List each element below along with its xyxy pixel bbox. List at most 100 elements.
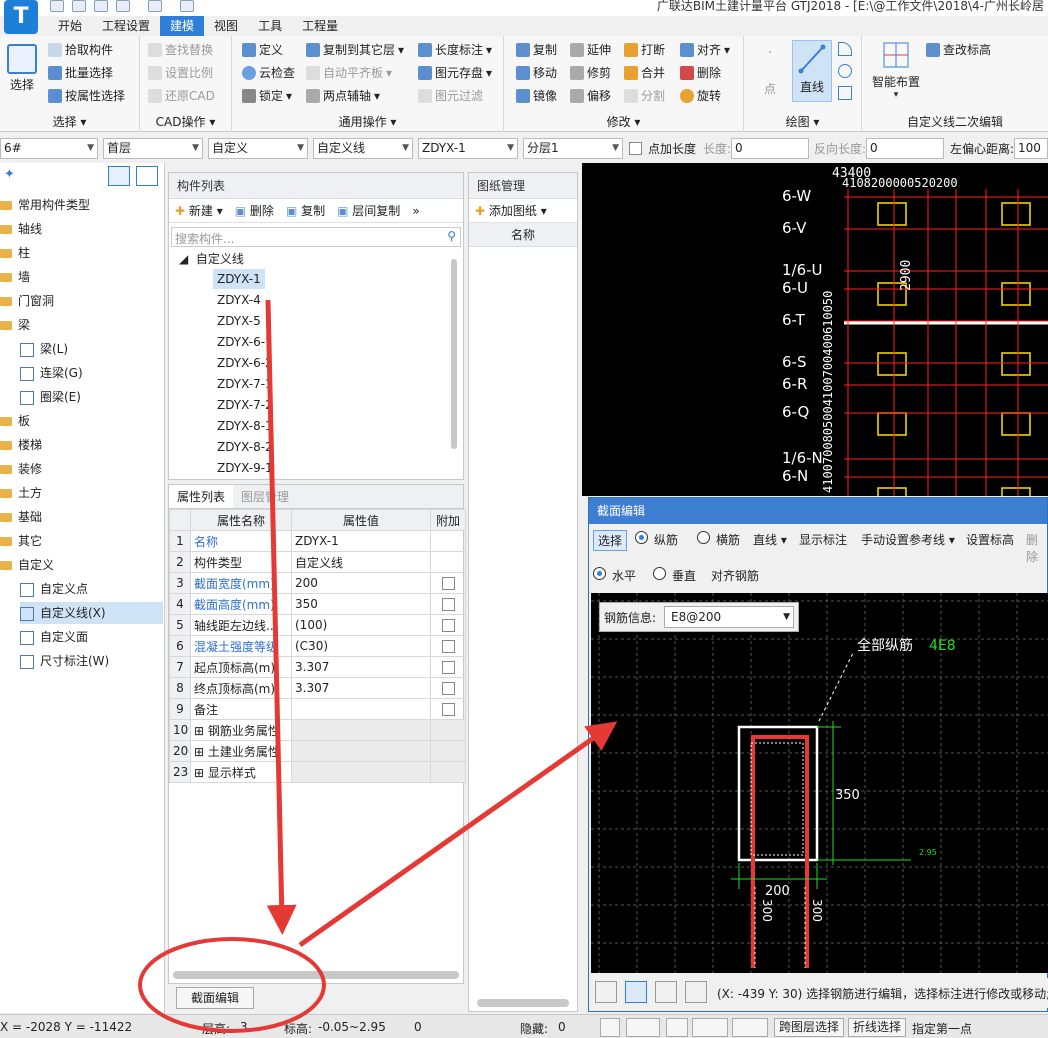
layer-select[interactable]: 分层1 ▼ <box>523 138 623 159</box>
property-value[interactable]: 350 <box>291 593 431 615</box>
lock-button[interactable]: 锁定 ▾ <box>242 86 292 106</box>
tree-item[interactable]: 连梁(G) <box>20 362 163 384</box>
component-list-item[interactable]: ZDYX-6-2 <box>213 353 277 373</box>
align-button[interactable]: 对齐 ▾ <box>680 40 730 60</box>
new-file-icon[interactable] <box>72 0 86 12</box>
cross-toggle-icon[interactable] <box>666 1018 688 1037</box>
component-list-item[interactable]: ZDYX-8-1 <box>213 416 277 436</box>
filter-button[interactable]: 图元过滤 <box>418 86 483 106</box>
copy-button[interactable]: 复制 <box>516 40 557 60</box>
pin-icon[interactable]: ✦ <box>4 167 15 182</box>
tree-item[interactable]: 自定义线(X) <box>20 602 163 624</box>
tab-view[interactable]: 视图 <box>204 16 248 36</box>
tree-item[interactable]: 梁(L) <box>20 338 163 360</box>
component-list-item[interactable]: ZDYX-5 <box>213 311 265 331</box>
property-row[interactable]: 6 混凝土强度等级 (C30) <box>169 635 466 657</box>
radio-trans-rebar[interactable] <box>697 531 710 544</box>
offset-button[interactable]: 偏移 <box>570 86 611 106</box>
tab-quantity[interactable]: 工程量 <box>292 16 348 36</box>
section-edit-button[interactable]: 截面编辑 <box>176 987 254 1009</box>
type-select[interactable]: 自定义线 ▼ <box>313 138 413 159</box>
delete-button[interactable]: 删除 <box>680 63 721 83</box>
set-elevation-button[interactable]: 设置标高 <box>966 531 1014 548</box>
rebar-info-select[interactable]: E8@200 ▼ <box>664 606 794 628</box>
snap-toggle-icon[interactable] <box>626 1018 660 1037</box>
tree-item[interactable]: 常用构件类型 <box>0 194 163 216</box>
property-value[interactable]: 200 <box>291 572 431 594</box>
category-select[interactable]: 自定义 ▼ <box>208 138 308 159</box>
open-icon[interactable] <box>94 0 108 12</box>
tree-item[interactable]: 圈梁(E) <box>20 386 163 408</box>
property-value[interactable] <box>291 719 431 741</box>
property-row[interactable]: 10 ⊞ 钢筋业务属性 <box>169 719 466 741</box>
tree-item[interactable]: 尺寸标注(W) <box>20 650 163 672</box>
property-row[interactable]: 9 备注 <box>169 698 466 720</box>
component-search-input[interactable]: 搜索构件... ⚲ <box>171 227 461 247</box>
point-toggle-icon[interactable] <box>732 1018 768 1037</box>
list-view-icon[interactable] <box>108 166 130 186</box>
merge-button[interactable]: 合并 <box>624 63 665 83</box>
select-button[interactable]: 选择 <box>4 44 40 93</box>
batch-select-button[interactable]: 批量选择 <box>48 63 113 83</box>
property-value[interactable]: 3.307 <box>291 656 431 678</box>
point-add-icon[interactable] <box>685 981 707 1003</box>
tree-item[interactable]: 楼梯 <box>0 434 163 456</box>
property-row[interactable]: 1 名称 ZDYX-1 <box>169 530 466 552</box>
copy-to-layer-button[interactable]: 复制到其它层 ▾ <box>306 40 404 60</box>
length-input[interactable]: 0 <box>731 138 809 159</box>
tree-item[interactable]: 柱 <box>0 242 163 264</box>
point-button[interactable]: · 点 <box>754 42 786 97</box>
ref-line-button[interactable]: 手动设置参考线 ▾ <box>861 531 955 548</box>
extra-checkbox[interactable] <box>441 661 455 674</box>
quick-tool-icon[interactable] <box>180 0 194 12</box>
tree-item[interactable]: 自定义 <box>0 554 163 576</box>
change-elevation-button[interactable]: 查改标高 <box>926 40 991 60</box>
radio-long-rebar[interactable] <box>635 531 648 544</box>
circle-icon[interactable] <box>838 64 852 78</box>
property-row[interactable]: 8 终点顶标高(m) 3.307 <box>169 677 466 699</box>
rect-icon[interactable] <box>838 86 852 100</box>
trim-button[interactable]: 修剪 <box>570 63 611 83</box>
tree-item[interactable]: 梁 <box>0 314 163 336</box>
tab-properties[interactable]: 属性列表 <box>169 485 234 508</box>
tab-project-settings[interactable]: 工程设置 <box>92 16 160 36</box>
property-value[interactable]: (C30) <box>291 635 431 657</box>
expand-icon[interactable]: ⊞ <box>194 724 208 738</box>
property-value[interactable]: 3.307 <box>291 677 431 699</box>
redo-icon[interactable] <box>148 0 162 12</box>
smart-layout-button[interactable]: 智能布置 ▾ <box>868 40 924 100</box>
extra-checkbox[interactable] <box>441 577 455 590</box>
property-value[interactable] <box>291 698 431 720</box>
building-select[interactable]: 6# ▼ <box>0 138 98 159</box>
property-row[interactable]: 7 起点顶标高(m) 3.307 <box>169 656 466 678</box>
expand-icon[interactable]: ⊞ <box>194 766 208 780</box>
extra-checkbox[interactable] <box>441 703 455 716</box>
property-value[interactable]: 自定义线 <box>291 551 431 573</box>
property-row[interactable]: 20 ⊞ 土建业务属性 <box>169 740 466 762</box>
line-tool-button[interactable]: 直线 ▾ <box>753 531 787 548</box>
delete-component-button[interactable]: ▣ 删除 <box>235 202 274 219</box>
polyline-select-button[interactable]: 折线选择 <box>848 1018 907 1037</box>
component-group-node[interactable]: ◢ 自定义线 <box>179 249 244 269</box>
reverse-length-input[interactable]: 0 <box>866 138 944 159</box>
ortho-icon[interactable] <box>595 981 617 1003</box>
tab-modeling[interactable]: 建模 <box>160 16 205 36</box>
more-icon[interactable]: » <box>412 204 419 218</box>
move-button[interactable]: 移动 <box>516 63 557 83</box>
component-list-item[interactable]: ZDYX-7-1 <box>213 374 277 394</box>
add-drawing-button[interactable]: ✚ 添加图纸 ▾ <box>475 202 547 219</box>
line-button[interactable]: 直线 <box>792 40 832 102</box>
auto-level-button[interactable]: 自动平齐板 ▾ <box>306 63 392 83</box>
rotate-button[interactable]: 旋转 <box>680 86 721 106</box>
split-button[interactable]: 分割 <box>624 86 665 106</box>
drawing-scrollbar[interactable] <box>477 999 569 1007</box>
property-value[interactable] <box>291 740 431 762</box>
extend-button[interactable]: 延伸 <box>570 40 611 60</box>
property-value[interactable]: ZDYX-1 <box>291 530 431 552</box>
component-list-item[interactable]: ZDYX-9-1 <box>213 458 277 478</box>
save-element-button[interactable]: 图元存盘 ▾ <box>418 63 492 83</box>
extra-checkbox[interactable] <box>441 640 455 653</box>
arc-icon[interactable] <box>838 42 852 56</box>
delete-tool-button[interactable]: 删除 <box>1026 531 1048 565</box>
property-row[interactable]: 2 构件类型 自定义线 <box>169 551 466 573</box>
